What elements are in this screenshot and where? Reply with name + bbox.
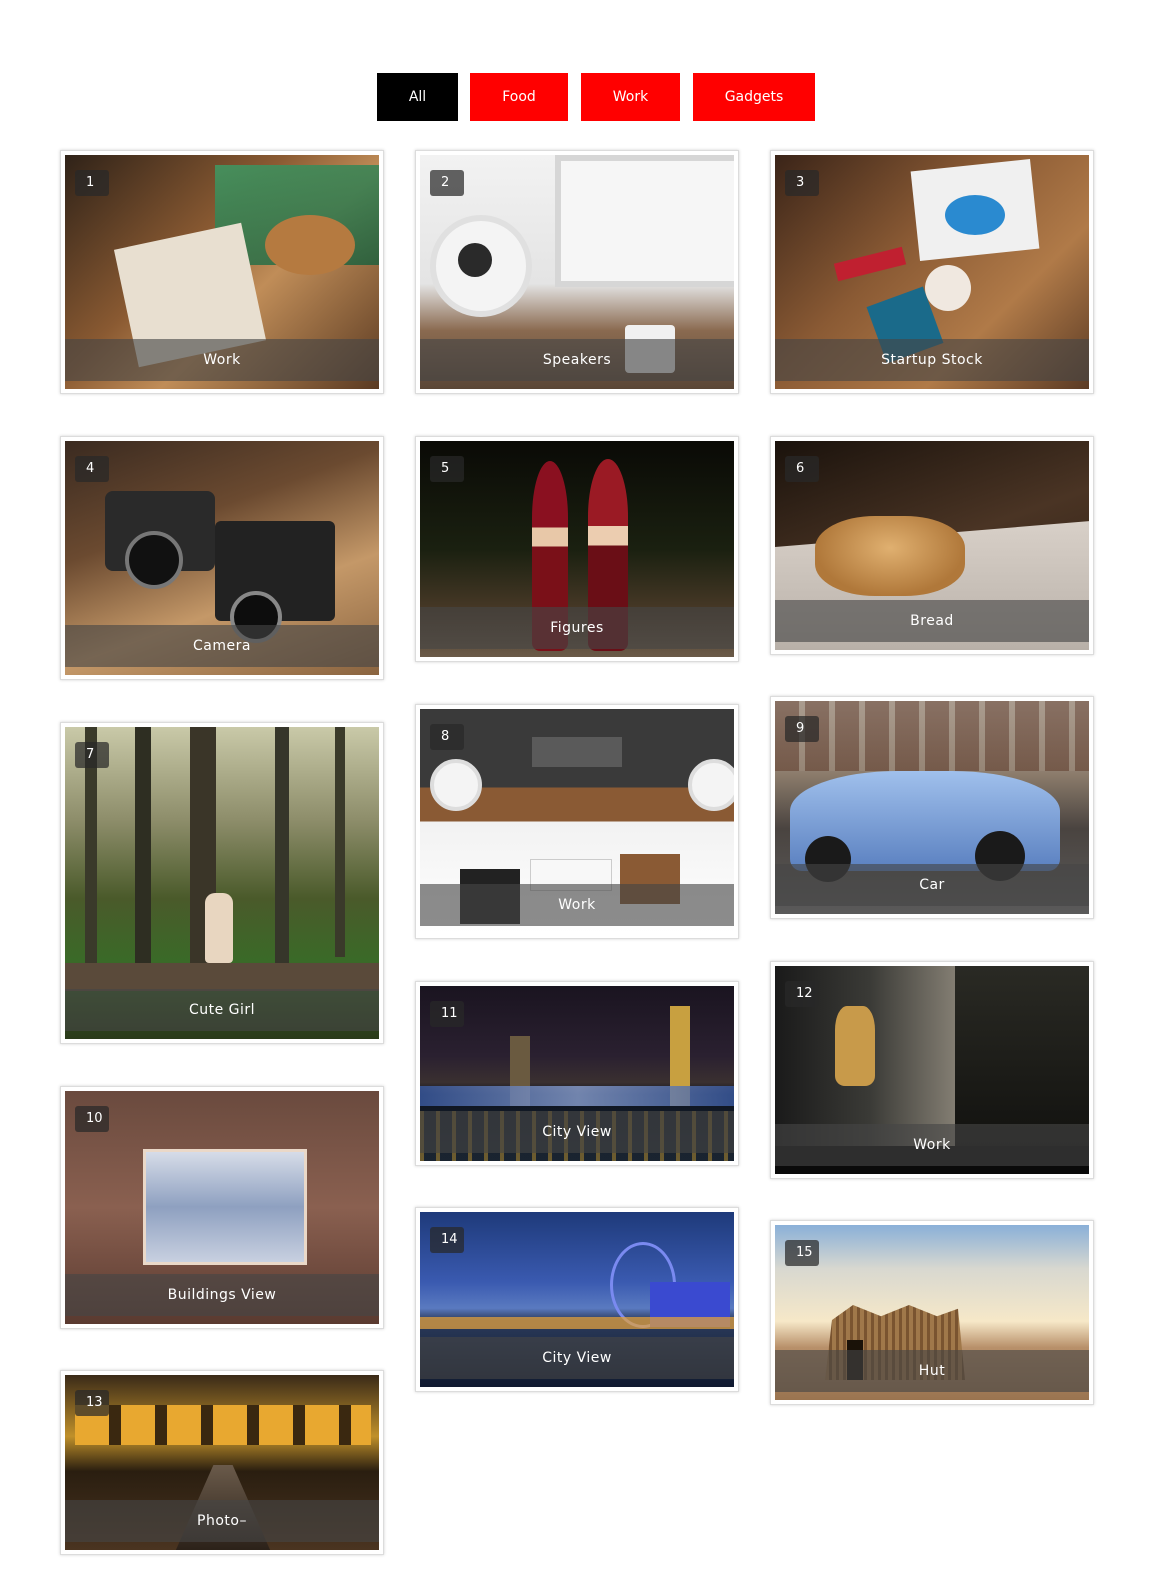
photo-buildings: 10 Buildings View <box>65 1091 379 1324</box>
photo-speakers: 2 Speakers <box>420 155 734 389</box>
item-number-badge: 11 <box>430 1001 464 1027</box>
gallery-item[interactable]: 8 Work <box>415 704 739 939</box>
item-number-badge: 9 <box>785 716 819 742</box>
gallery-item[interactable]: 5 Figures <box>415 436 739 662</box>
gallery-item[interactable]: 9 Car <box>770 696 1094 919</box>
filter-gadgets-button[interactable]: Gadgets <box>693 73 815 121</box>
gallery-item[interactable]: 12 Work <box>770 961 1094 1179</box>
gallery-item[interactable]: 13 Photo– <box>60 1370 384 1555</box>
item-caption: Bread <box>775 600 1089 642</box>
photo-mannequin: 12 Work <box>775 966 1089 1174</box>
item-caption: Figures <box>420 607 734 649</box>
item-number-badge: 6 <box>785 456 819 482</box>
item-caption: Work <box>65 339 379 381</box>
photo-work-desk: 1 Work <box>65 155 379 389</box>
item-caption: Buildings View <box>65 1274 379 1316</box>
item-caption: Photo– <box>65 1500 379 1542</box>
item-caption: Camera <box>65 625 379 667</box>
gallery-item[interactable]: 10 Buildings View <box>60 1086 384 1329</box>
photo-london-night: 11 City View <box>420 986 734 1161</box>
gallery-item[interactable]: 6 Bread <box>770 436 1094 655</box>
item-number-badge: 12 <box>785 981 819 1007</box>
item-number-badge: 13 <box>75 1390 109 1416</box>
photo-bread: 6 Bread <box>775 441 1089 650</box>
gallery-item[interactable]: 14 City View <box>415 1207 739 1392</box>
photo-figures: 5 Figures <box>420 441 734 657</box>
gallery-item[interactable]: 7 Cute Girl <box>60 722 384 1044</box>
item-caption: Startup Stock <box>775 339 1089 381</box>
photo-hut: 15 Hut <box>775 1225 1089 1400</box>
photo-camera: 4 Camera <box>65 441 379 675</box>
photo-workspace: 8 Work <box>420 709 734 934</box>
item-number-badge: 15 <box>785 1240 819 1266</box>
item-caption: Work <box>775 1124 1089 1166</box>
item-number-badge: 5 <box>430 456 464 482</box>
photo-arches: 13 Photo– <box>65 1375 379 1550</box>
item-number-badge: 3 <box>785 170 819 196</box>
filter-work-button[interactable]: Work <box>581 73 680 121</box>
item-number-badge: 8 <box>430 724 464 750</box>
photo-forest-girl: 7 Cute Girl <box>65 727 379 1039</box>
gallery-item[interactable]: 1 Work <box>60 150 384 394</box>
item-caption: Work <box>420 884 734 926</box>
gallery-item[interactable]: 4 Camera <box>60 436 384 680</box>
photo-startup-stock: 3 Startup Stock <box>775 155 1089 389</box>
filter-all-button[interactable]: All <box>377 73 458 121</box>
item-caption: Hut <box>775 1350 1089 1392</box>
filter-food-button[interactable]: Food <box>470 73 568 121</box>
photo-london-eye: 14 City View <box>420 1212 734 1387</box>
item-caption: Speakers <box>420 339 734 381</box>
item-caption: Car <box>775 864 1089 906</box>
gallery-item[interactable]: 11 City View <box>415 981 739 1166</box>
item-number-badge: 1 <box>75 170 109 196</box>
gallery-item[interactable]: 3 Startup Stock <box>770 150 1094 394</box>
gallery-item[interactable]: 2 Speakers <box>415 150 739 394</box>
photo-car: 9 Car <box>775 701 1089 914</box>
item-number-badge: 4 <box>75 456 109 482</box>
item-number-badge: 14 <box>430 1227 464 1253</box>
item-caption: Cute Girl <box>65 989 379 1031</box>
item-number-badge: 10 <box>75 1106 109 1132</box>
item-number-badge: 2 <box>430 170 464 196</box>
item-number-badge: 7 <box>75 742 109 768</box>
gallery-item[interactable]: 15 Hut <box>770 1220 1094 1405</box>
item-caption: City View <box>420 1111 734 1153</box>
item-caption: City View <box>420 1337 734 1379</box>
